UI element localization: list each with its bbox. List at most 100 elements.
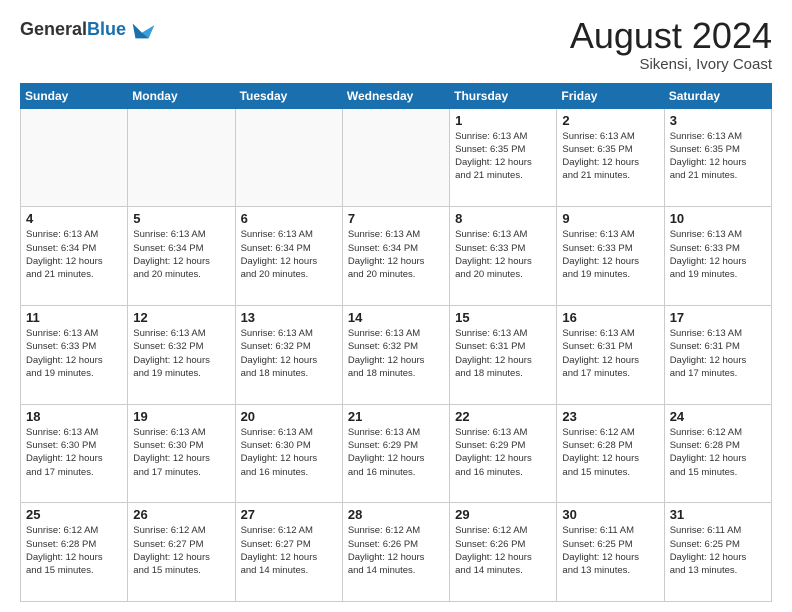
day-number: 31 xyxy=(670,507,766,522)
day-number: 20 xyxy=(241,409,337,424)
day-info: Sunrise: 6:12 AM Sunset: 6:28 PM Dayligh… xyxy=(562,426,658,479)
calendar-cell: 10 Sunrise: 6:13 AM Sunset: 6:33 PM Dayli… xyxy=(664,207,771,306)
day-number: 25 xyxy=(26,507,122,522)
calendar-cell: 23Sunrise: 6:12 AM Sunset: 6:28 PM Dayli… xyxy=(557,404,664,503)
day-number: 10 xyxy=(670,211,766,226)
day-info: Sunrise: 6:12 AM Sunset: 6:26 PM Dayligh… xyxy=(455,524,551,577)
calendar-cell: 21 Sunrise: 6:13 AM Sunset: 6:29 PM Dayli… xyxy=(342,404,449,503)
logo: GeneralBlue xyxy=(20,16,156,44)
day-number: 21 xyxy=(348,409,444,424)
calendar-cell: 11 Sunrise: 6:13 AM Sunset: 6:33 PM Dayli… xyxy=(21,305,128,404)
day-info: Sunrise: 6:12 AM Sunset: 6:28 PM Dayligh… xyxy=(26,524,122,577)
calendar-cell: 20Sunrise: 6:13 AM Sunset: 6:30 PM Dayli… xyxy=(235,404,342,503)
calendar-cell: 26Sunrise: 6:12 AM Sunset: 6:27 PM Dayli… xyxy=(128,503,235,602)
day-info: Sunrise: 6:13 AM Sunset: 6:33 PM Dayligh… xyxy=(26,327,122,380)
calendar-cell: 2 Sunrise: 6:13 AM Sunset: 6:35 PM Daylig… xyxy=(557,108,664,207)
day-info: Sunrise: 6:13 AM Sunset: 6:34 PM Dayligh… xyxy=(348,228,444,281)
day-number: 29 xyxy=(455,507,551,522)
day-info: Sunrise: 6:13 AM Sunset: 6:35 PM Dayligh… xyxy=(670,130,766,183)
day-info: Sunrise: 6:12 AM Sunset: 6:27 PM Dayligh… xyxy=(133,524,229,577)
day-number: 3 xyxy=(670,113,766,128)
calendar-cell: 6Sunrise: 6:13 AM Sunset: 6:34 PM Daylig… xyxy=(235,207,342,306)
day-number: 7 xyxy=(348,211,444,226)
day-number: 22 xyxy=(455,409,551,424)
day-info: Sunrise: 6:13 AM Sunset: 6:32 PM Dayligh… xyxy=(348,327,444,380)
day-of-week-header: Sunday xyxy=(21,83,128,108)
day-number: 12 xyxy=(133,310,229,325)
day-info: Sunrise: 6:11 AM Sunset: 6:25 PM Dayligh… xyxy=(562,524,658,577)
calendar-cell: 9 Sunrise: 6:13 AM Sunset: 6:33 PM Daylig… xyxy=(557,207,664,306)
calendar-cell: 8 Sunrise: 6:13 AM Sunset: 6:33 PM Daylig… xyxy=(450,207,557,306)
day-number: 17 xyxy=(670,310,766,325)
day-info: Sunrise: 6:13 AM Sunset: 6:30 PM Dayligh… xyxy=(133,426,229,479)
day-info: Sunrise: 6:13 AM Sunset: 6:34 PM Dayligh… xyxy=(26,228,122,281)
calendar-cell: 15 Sunrise: 6:13 AM Sunset: 6:31 PM Dayli… xyxy=(450,305,557,404)
day-info: Sunrise: 6:12 AM Sunset: 6:26 PM Dayligh… xyxy=(348,524,444,577)
day-of-week-header: Thursday xyxy=(450,83,557,108)
day-number: 11 xyxy=(26,310,122,325)
calendar-cell: 1 Sunrise: 6:13 AM Sunset: 6:35 PM Daylig… xyxy=(450,108,557,207)
day-number: 28 xyxy=(348,507,444,522)
day-info: Sunrise: 6:13 AM Sunset: 6:35 PM Dayligh… xyxy=(562,130,658,183)
page: GeneralBlue August 2024 Sikensi, Ivory C… xyxy=(0,0,792,612)
day-number: 16 xyxy=(562,310,658,325)
day-info: Sunrise: 6:13 AM Sunset: 6:35 PM Dayligh… xyxy=(455,130,551,183)
calendar-cell: 17 Sunrise: 6:13 AM Sunset: 6:31 PM Dayli… xyxy=(664,305,771,404)
day-info: Sunrise: 6:13 AM Sunset: 6:33 PM Dayligh… xyxy=(562,228,658,281)
main-title: August 2024 xyxy=(570,16,772,56)
day-info: Sunrise: 6:12 AM Sunset: 6:28 PM Dayligh… xyxy=(670,426,766,479)
day-number: 15 xyxy=(455,310,551,325)
day-number: 5 xyxy=(133,211,229,226)
day-number: 13 xyxy=(241,310,337,325)
day-info: Sunrise: 6:13 AM Sunset: 6:32 PM Dayligh… xyxy=(133,327,229,380)
calendar-cell xyxy=(342,108,449,207)
day-info: Sunrise: 6:13 AM Sunset: 6:31 PM Dayligh… xyxy=(562,327,658,380)
calendar-cell: 19Sunrise: 6:13 AM Sunset: 6:30 PM Dayli… xyxy=(128,404,235,503)
day-of-week-header: Wednesday xyxy=(342,83,449,108)
day-info: Sunrise: 6:13 AM Sunset: 6:34 PM Dayligh… xyxy=(133,228,229,281)
calendar-cell xyxy=(128,108,235,207)
calendar-cell: 4Sunrise: 6:13 AM Sunset: 6:34 PM Daylig… xyxy=(21,207,128,306)
calendar-cell: 31 Sunrise: 6:11 AM Sunset: 6:25 PM Dayli… xyxy=(664,503,771,602)
calendar-cell: 22 Sunrise: 6:13 AM Sunset: 6:29 PM Dayli… xyxy=(450,404,557,503)
day-number: 6 xyxy=(241,211,337,226)
day-number: 27 xyxy=(241,507,337,522)
day-of-week-header: Saturday xyxy=(664,83,771,108)
day-info: Sunrise: 6:11 AM Sunset: 6:25 PM Dayligh… xyxy=(670,524,766,577)
calendar-cell xyxy=(235,108,342,207)
calendar-cell: 13 Sunrise: 6:13 AM Sunset: 6:32 PM Dayli… xyxy=(235,305,342,404)
day-number: 14 xyxy=(348,310,444,325)
day-info: Sunrise: 6:13 AM Sunset: 6:29 PM Dayligh… xyxy=(455,426,551,479)
day-of-week-header: Monday xyxy=(128,83,235,108)
subtitle: Sikensi, Ivory Coast xyxy=(570,56,772,73)
calendar-cell: 7 Sunrise: 6:13 AM Sunset: 6:34 PM Daylig… xyxy=(342,207,449,306)
title-block: August 2024 Sikensi, Ivory Coast xyxy=(570,16,772,73)
day-info: Sunrise: 6:13 AM Sunset: 6:33 PM Dayligh… xyxy=(455,228,551,281)
day-number: 8 xyxy=(455,211,551,226)
day-of-week-header: Tuesday xyxy=(235,83,342,108)
day-info: Sunrise: 6:13 AM Sunset: 6:30 PM Dayligh… xyxy=(26,426,122,479)
calendar-cell: 16 Sunrise: 6:13 AM Sunset: 6:31 PM Dayli… xyxy=(557,305,664,404)
logo-icon xyxy=(128,16,156,44)
day-number: 2 xyxy=(562,113,658,128)
day-info: Sunrise: 6:12 AM Sunset: 6:27 PM Dayligh… xyxy=(241,524,337,577)
day-info: Sunrise: 6:13 AM Sunset: 6:32 PM Dayligh… xyxy=(241,327,337,380)
calendar-table: SundayMondayTuesdayWednesdayThursdayFrid… xyxy=(20,83,772,602)
calendar-cell: 14 Sunrise: 6:13 AM Sunset: 6:32 PM Dayli… xyxy=(342,305,449,404)
calendar-cell: 24 Sunrise: 6:12 AM Sunset: 6:28 PM Dayli… xyxy=(664,404,771,503)
day-number: 1 xyxy=(455,113,551,128)
day-info: Sunrise: 6:13 AM Sunset: 6:31 PM Dayligh… xyxy=(455,327,551,380)
calendar-cell: 28 Sunrise: 6:12 AM Sunset: 6:26 PM Dayli… xyxy=(342,503,449,602)
calendar-cell: 25 Sunrise: 6:12 AM Sunset: 6:28 PM Dayli… xyxy=(21,503,128,602)
logo-general: GeneralBlue xyxy=(20,20,126,40)
calendar-cell: 27 Sunrise: 6:12 AM Sunset: 6:27 PM Dayli… xyxy=(235,503,342,602)
calendar-cell: 29 Sunrise: 6:12 AM Sunset: 6:26 PM Dayli… xyxy=(450,503,557,602)
day-info: Sunrise: 6:13 AM Sunset: 6:33 PM Dayligh… xyxy=(670,228,766,281)
day-number: 24 xyxy=(670,409,766,424)
header: GeneralBlue August 2024 Sikensi, Ivory C… xyxy=(20,16,772,73)
day-info: Sunrise: 6:13 AM Sunset: 6:31 PM Dayligh… xyxy=(670,327,766,380)
day-number: 9 xyxy=(562,211,658,226)
calendar-cell: 3 Sunrise: 6:13 AM Sunset: 6:35 PM Daylig… xyxy=(664,108,771,207)
day-info: Sunrise: 6:13 AM Sunset: 6:29 PM Dayligh… xyxy=(348,426,444,479)
day-number: 18 xyxy=(26,409,122,424)
